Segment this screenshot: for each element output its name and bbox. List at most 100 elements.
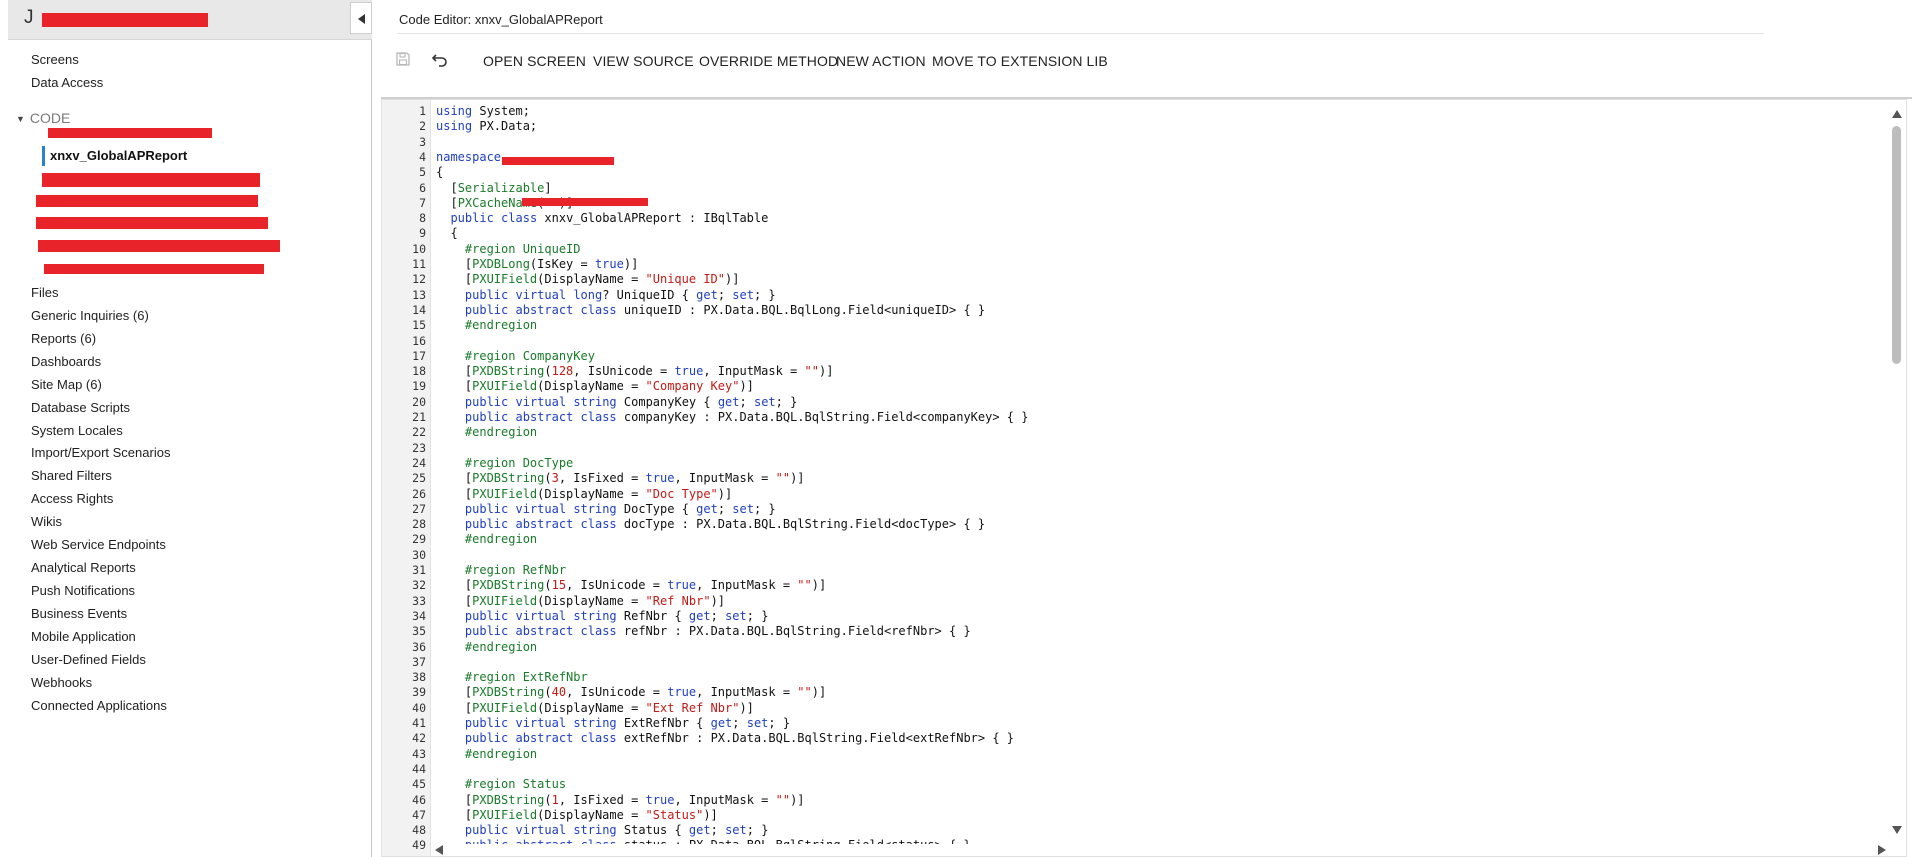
nav-item-web-service-endpoints[interactable]: Web Service Endpoints xyxy=(31,534,166,556)
code-item-redacted[interactable] xyxy=(36,195,258,207)
nav-item-connected-applications[interactable]: Connected Applications xyxy=(31,695,167,717)
code-line[interactable]: #endregion xyxy=(436,425,537,440)
vertical-scrollbar[interactable] xyxy=(1888,100,1906,856)
nav-item-mobile-application[interactable]: Mobile Application xyxy=(31,626,136,648)
code-item-redacted[interactable] xyxy=(44,264,264,274)
horizontal-scrollbar[interactable] xyxy=(431,844,1890,856)
nav-item-screens[interactable]: Screens xyxy=(31,49,79,71)
code-line[interactable]: #endregion xyxy=(436,532,537,547)
code-line[interactable]: [PXUIField(DisplayName = "Ref Nbr")] xyxy=(436,594,725,609)
nav-item-webhooks[interactable]: Webhooks xyxy=(31,672,92,694)
nav-item-database-scripts[interactable]: Database Scripts xyxy=(31,397,130,419)
nav-section-code[interactable]: ▼ CODE xyxy=(16,108,70,128)
vertical-scrollbar-thumb[interactable] xyxy=(1892,126,1901,364)
nav-item-shared-filters[interactable]: Shared Filters xyxy=(31,465,112,487)
nav-item-reports[interactable]: Reports (6) xyxy=(31,328,96,350)
code-line[interactable]: public abstract class refNbr : PX.Data.B… xyxy=(436,624,971,639)
line-number: 6 xyxy=(419,180,426,195)
nav-item-system-locales[interactable]: System Locales xyxy=(31,420,123,442)
code-item-redacted[interactable] xyxy=(42,173,260,187)
nav-item-wikis[interactable]: Wikis xyxy=(31,511,62,533)
code-line[interactable]: [Serializable] xyxy=(436,181,551,196)
code-line[interactable]: public virtual string CompanyKey { get; … xyxy=(436,395,797,410)
code-item-xnxv-globalapreport[interactable]: xnxv_GlobalAPReport xyxy=(50,146,187,166)
code-line[interactable]: public abstract class docType : PX.Data.… xyxy=(436,517,985,532)
line-number: 12 xyxy=(412,272,426,287)
redacted-namespace xyxy=(502,157,614,165)
code-line[interactable]: public virtual string RefNbr { get; set;… xyxy=(436,609,769,624)
line-number: 31 xyxy=(412,563,426,577)
nav-item-dashboards[interactable]: Dashboards xyxy=(31,351,101,373)
code-line[interactable]: public virtual long? UniqueID { get; set… xyxy=(436,288,776,303)
code-editor[interactable]: 1 2 3 4 5 6 7 8 9 10 11 12 13 14 15 16 17 18 19 20 21 22 23 24 2… xyxy=(381,99,1907,857)
code-line[interactable]: #region DocType xyxy=(436,456,573,471)
code-item-redacted[interactable] xyxy=(48,128,212,138)
line-number: 24 xyxy=(412,455,426,470)
nav-item-business-events[interactable]: Business Events xyxy=(31,603,127,625)
code-line[interactable]: [PXUIField(DisplayName = "Ext Ref Nbr")] xyxy=(436,701,754,716)
line-number: 49 xyxy=(412,838,426,853)
code-line[interactable]: [PXDBString(40, IsUnicode = true, InputM… xyxy=(436,685,826,700)
code-line[interactable]: [PXDBLong(IsKey = true)] xyxy=(436,257,638,272)
line-number: 16 xyxy=(412,333,426,348)
code-line[interactable]: #endregion xyxy=(436,747,537,762)
code-line[interactable]: public virtual string ExtRefNbr { get; s… xyxy=(436,716,790,731)
code-content[interactable]: using System; using PX.Data; namespace{ [S… xyxy=(436,100,1856,856)
code-line[interactable]: public abstract class companyKey : PX.Da… xyxy=(436,410,1029,425)
line-number: 46 xyxy=(412,792,426,807)
code-line[interactable]: [PXDBString(128, IsUnicode = true, Input… xyxy=(436,364,834,379)
floppy-disk-icon[interactable] xyxy=(395,51,415,71)
code-line[interactable]: #endregion xyxy=(436,318,537,333)
nav-item-data-access[interactable]: Data Access xyxy=(31,72,103,94)
nav-item-import-export-scenarios[interactable]: Import/Export Scenarios xyxy=(31,442,170,464)
nav-item-analytical-reports[interactable]: Analytical Reports xyxy=(31,557,136,579)
code-line[interactable]: #region CompanyKey xyxy=(436,349,595,364)
code-line[interactable]: [PXUIField(DisplayName = "Unique ID")] xyxy=(436,272,740,287)
scroll-right-icon[interactable] xyxy=(1878,845,1886,855)
nav-item-push-notifications[interactable]: Push Notifications xyxy=(31,580,135,602)
undo-icon[interactable] xyxy=(431,51,451,71)
line-number: 34 xyxy=(412,608,426,623)
line-number: 33 xyxy=(412,593,426,608)
code-line[interactable]: [PXUIField(DisplayName = "Company Key")] xyxy=(436,379,754,394)
view-source-button[interactable]: VIEW SOURCE xyxy=(593,51,694,71)
new-action-button[interactable]: NEW ACTION xyxy=(836,51,926,71)
scroll-left-icon[interactable] xyxy=(435,845,443,855)
line-number: 23 xyxy=(412,440,426,455)
collapse-sidebar-button[interactable] xyxy=(350,2,372,34)
nav-item-files[interactable]: Files xyxy=(31,282,58,304)
nav-section-code-label: CODE xyxy=(29,110,71,126)
override-method-button[interactable]: OVERRIDE METHOD xyxy=(699,51,838,71)
nav-item-generic-inquiries[interactable]: Generic Inquiries (6) xyxy=(31,305,149,327)
code-line[interactable]: namespace xyxy=(436,150,501,165)
code-line[interactable]: #region RefNbr xyxy=(436,563,566,578)
move-to-extension-lib-button[interactable]: MOVE TO EXTENSION LIB xyxy=(932,51,1108,71)
code-line[interactable]: #region Status xyxy=(436,777,566,792)
code-line[interactable]: #endregion xyxy=(436,640,537,655)
code-line[interactable]: using System; xyxy=(436,104,530,119)
code-line[interactable]: #region ExtRefNbr xyxy=(436,670,588,685)
title-divider xyxy=(397,33,1764,34)
code-line[interactable]: { xyxy=(436,226,457,241)
code-line[interactable]: public virtual string DocType { get; set… xyxy=(436,502,776,517)
scroll-up-icon[interactable] xyxy=(1892,110,1902,118)
nav-item-site-map[interactable]: Site Map (6) xyxy=(31,374,102,396)
code-line[interactable]: #region UniqueID xyxy=(436,242,581,257)
code-line[interactable]: { xyxy=(436,165,443,180)
code-line[interactable]: [PXUIField(DisplayName = "Status")] xyxy=(436,808,718,823)
code-line[interactable]: [PXDBString(15, IsUnicode = true, InputM… xyxy=(436,578,826,593)
code-line[interactable]: public abstract class extRefNbr : PX.Dat… xyxy=(436,731,1014,746)
open-screen-button[interactable]: OPEN SCREEN xyxy=(483,51,586,71)
code-line[interactable]: [PXDBString(3, IsFixed = true, InputMask… xyxy=(436,471,805,486)
code-line[interactable]: public abstract class uniqueID : PX.Data… xyxy=(436,303,985,318)
code-item-redacted[interactable] xyxy=(38,240,280,252)
code-item-redacted[interactable] xyxy=(36,217,268,229)
code-line[interactable]: [PXUIField(DisplayName = "Doc Type")] xyxy=(436,487,732,502)
code-line[interactable]: using PX.Data; xyxy=(436,119,537,134)
code-line[interactable]: public virtual string Status { get; set;… xyxy=(436,823,769,838)
nav-item-access-rights[interactable]: Access Rights xyxy=(31,488,113,510)
scroll-down-icon[interactable] xyxy=(1892,826,1902,834)
nav-item-user-defined-fields[interactable]: User-Defined Fields xyxy=(31,649,146,671)
code-line[interactable]: [PXDBString(1, IsFixed = true, InputMask… xyxy=(436,793,805,808)
code-line[interactable]: public class xnxv_GlobalAPReport : IBqlT… xyxy=(436,211,768,226)
